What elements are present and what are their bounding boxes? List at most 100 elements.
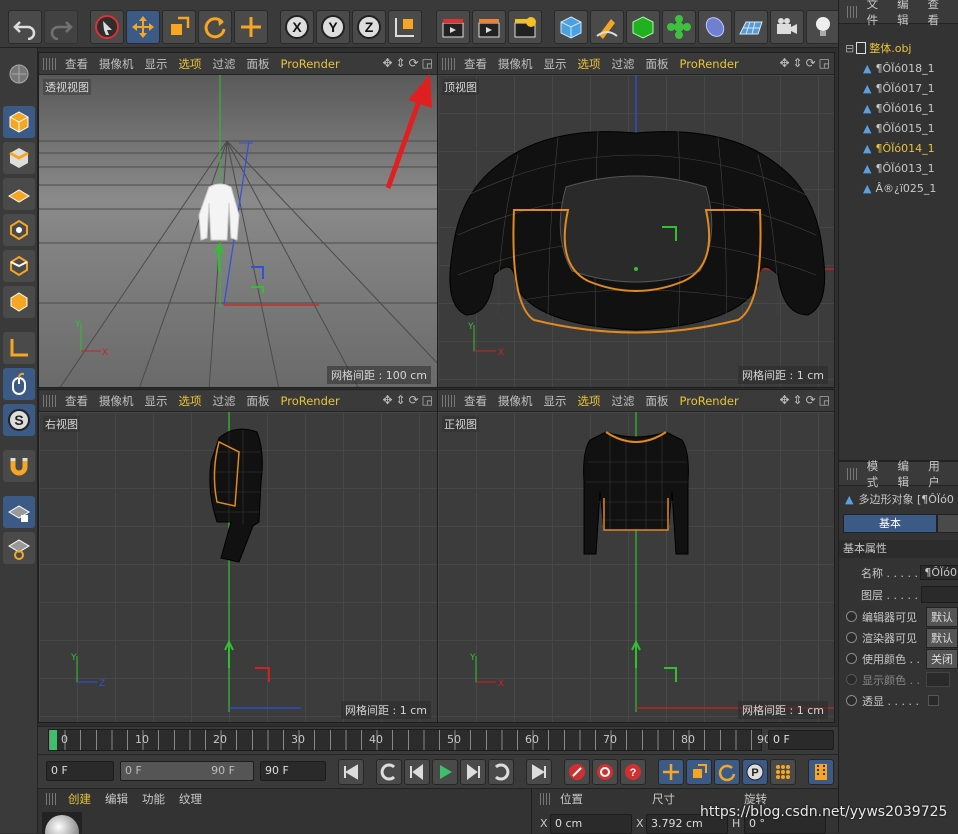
- menu-panel[interactable]: 面板: [646, 56, 669, 72]
- menu-filter[interactable]: 过滤: [213, 393, 236, 409]
- tab-next[interactable]: [937, 514, 958, 533]
- maximize-icon[interactable]: ◲: [819, 393, 830, 407]
- coordinate-system-button[interactable]: [388, 10, 422, 44]
- solo-button[interactable]: S: [3, 404, 35, 436]
- dolly-icon[interactable]: ⇕: [396, 56, 406, 70]
- axis-z-button[interactable]: Z: [352, 10, 386, 44]
- menu-user[interactable]: 用户: [928, 458, 947, 490]
- object-item[interactable]: ▲ Â®¿ï025_1: [839, 178, 958, 198]
- current-frame-field[interactable]: 0 F: [768, 730, 834, 750]
- menu-view[interactable]: 查看: [65, 393, 88, 409]
- cloner-button[interactable]: [662, 10, 696, 44]
- animate-radio[interactable]: [846, 632, 857, 643]
- orbit-icon[interactable]: ⟳: [806, 393, 816, 407]
- cube-button[interactable]: [554, 10, 588, 44]
- menu-prorender[interactable]: ProRender: [680, 57, 739, 71]
- menu-options[interactable]: 选项: [578, 56, 601, 72]
- menu-edit[interactable]: 编辑: [105, 791, 128, 807]
- pan-icon[interactable]: ✥: [382, 393, 392, 407]
- next-key-button[interactable]: [488, 759, 514, 785]
- orbit-icon[interactable]: ⟳: [409, 56, 419, 70]
- points-mode-button[interactable]: [3, 214, 35, 246]
- top-viewport[interactable]: 查看 摄像机 显示 选项 过滤 面板 ProRender ✥ ⇕ ⟳ ◲ Y X…: [437, 52, 835, 388]
- polygons-mode-button[interactable]: [3, 286, 35, 318]
- rotate-tool-button[interactable]: [198, 10, 232, 44]
- camera-button[interactable]: [770, 10, 804, 44]
- render-view-button[interactable]: [436, 10, 470, 44]
- workplane-mode-button[interactable]: [3, 178, 35, 210]
- go-to-end-button[interactable]: [526, 759, 552, 785]
- collapse-icon[interactable]: ⊟: [845, 42, 854, 55]
- timeline-track[interactable]: 0 10 20 30 40 50 60 70 80 90: [48, 729, 771, 751]
- menu-camera[interactable]: 摄像机: [99, 56, 134, 72]
- undo-button[interactable]: [8, 10, 42, 44]
- workplane-lock-button[interactable]: [3, 496, 35, 528]
- right-canvas[interactable]: Y Z 右视图 网格间距 : 1 cm: [39, 412, 437, 722]
- pan-icon[interactable]: ✥: [779, 393, 789, 407]
- menu-options[interactable]: 选项: [179, 393, 202, 409]
- pan-icon[interactable]: ✥: [779, 56, 789, 70]
- next-frame-button[interactable]: [460, 759, 486, 785]
- object-item[interactable]: ▲ ¶ÔÏó016_1: [839, 98, 958, 118]
- front-viewport[interactable]: 查看 摄像机 显示 选项 过滤 面板 ProRender ✥ ⇕ ⟳ ◲ Y X 正视…: [437, 389, 835, 723]
- menu-options[interactable]: 选项: [179, 56, 202, 72]
- key-position-button[interactable]: [658, 759, 684, 785]
- editor-visible-dropdown[interactable]: 默认: [926, 606, 958, 627]
- timeline-ruler[interactable]: 0 10 20 30 40 50 60 70 80 90 0 F: [38, 726, 838, 754]
- menu-texture[interactable]: 纹理: [179, 791, 202, 807]
- dolly-icon[interactable]: ⇕: [793, 56, 803, 70]
- light-button[interactable]: [806, 10, 840, 44]
- axis-y-button[interactable]: Y: [316, 10, 350, 44]
- use-color-dropdown[interactable]: 关闭: [926, 648, 958, 669]
- deformer-button[interactable]: [698, 10, 732, 44]
- menu-view[interactable]: 查看: [928, 0, 946, 28]
- menu-camera[interactable]: 摄像机: [99, 393, 134, 409]
- right-viewport[interactable]: 查看 摄像机 显示 选项 过滤 面板 ProRender ✥ ⇕ ⟳ ◲ Y Z 右视…: [38, 389, 438, 723]
- axis-mode-button[interactable]: [3, 332, 35, 364]
- menu-prorender[interactable]: ProRender: [281, 57, 340, 71]
- tweak-mode-button[interactable]: [3, 368, 35, 400]
- object-item[interactable]: ▲ ¶ÔÏó018_1: [839, 58, 958, 78]
- auto-key-button[interactable]: [592, 759, 618, 785]
- top-canvas[interactable]: Y X 顶视图 网格间距 : 1 cm: [438, 75, 834, 387]
- scale-tool-button[interactable]: [162, 10, 196, 44]
- key-scale-button[interactable]: [686, 759, 712, 785]
- key-rotation-button[interactable]: [714, 759, 740, 785]
- pen-spline-button[interactable]: [590, 10, 624, 44]
- record-keys-button[interactable]: [564, 759, 590, 785]
- orbit-icon[interactable]: ⟳: [409, 393, 419, 407]
- menu-filter[interactable]: 过滤: [213, 56, 236, 72]
- orbit-icon[interactable]: ⟳: [806, 56, 816, 70]
- animate-radio[interactable]: [846, 653, 857, 664]
- select-tool-button[interactable]: [90, 10, 124, 44]
- maximize-icon[interactable]: ◲: [422, 393, 433, 407]
- name-field[interactable]: ¶ÔÏó0: [920, 565, 958, 580]
- go-to-start-button[interactable]: [338, 759, 364, 785]
- move-tool-button[interactable]: [126, 10, 160, 44]
- key-help-button[interactable]: ?: [620, 759, 646, 785]
- redo-button[interactable]: [44, 10, 78, 44]
- maximize-icon[interactable]: ◲: [422, 56, 433, 70]
- perspective-viewport[interactable]: 查看 摄像机 显示 选项 过滤 面板 ProRender ✥ ⇕ ⟳ ◲ Y X…: [38, 52, 438, 388]
- menu-file[interactable]: 文件: [867, 0, 885, 28]
- menu-camera[interactable]: 摄像机: [498, 393, 533, 409]
- timeline-window-button[interactable]: [808, 759, 834, 785]
- menu-panel[interactable]: 面板: [646, 393, 669, 409]
- workplane-align-button[interactable]: [3, 532, 35, 564]
- menu-view[interactable]: 查看: [464, 56, 487, 72]
- texture-mode-button[interactable]: [3, 142, 35, 174]
- front-canvas[interactable]: Y X 正视图 网格间距 : 1 cm: [438, 412, 834, 722]
- object-item[interactable]: ▲ ¶ÔÏó013_1: [839, 158, 958, 178]
- menu-view[interactable]: 查看: [65, 56, 88, 72]
- prev-frame-button[interactable]: [404, 759, 430, 785]
- tab-basic[interactable]: 基本: [843, 514, 937, 533]
- end-frame-field[interactable]: 90 F: [260, 761, 326, 781]
- render-visible-dropdown[interactable]: 默认: [926, 627, 958, 648]
- pan-icon[interactable]: ✥: [382, 56, 392, 70]
- menu-panel[interactable]: 面板: [247, 56, 270, 72]
- menu-function[interactable]: 功能: [142, 791, 165, 807]
- menu-view[interactable]: 查看: [464, 393, 487, 409]
- menu-filter[interactable]: 过滤: [612, 393, 635, 409]
- object-item[interactable]: ▲ ¶ÔÏó017_1: [839, 78, 958, 98]
- edges-mode-button[interactable]: [3, 250, 35, 282]
